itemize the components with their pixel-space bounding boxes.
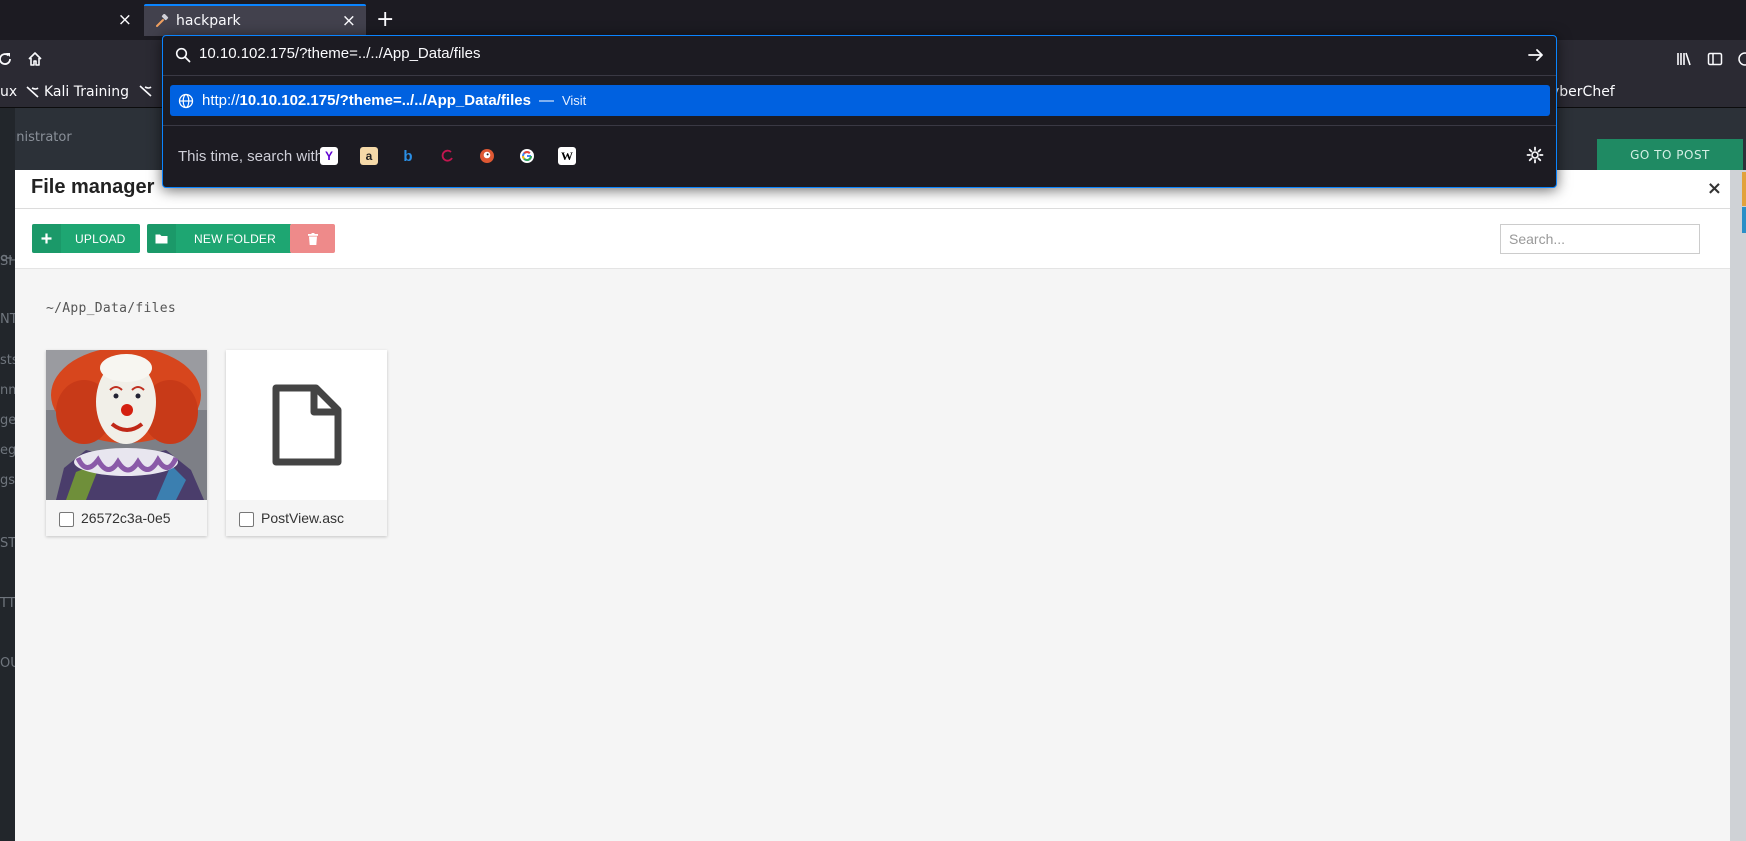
url-input[interactable] [199, 45, 1499, 62]
tab-close-icon[interactable]: × [342, 11, 356, 31]
bookmark-cyberchef[interactable]: yberChef [1551, 84, 1615, 100]
file-item[interactable]: PostView.asc [226, 350, 387, 536]
library-icon[interactable] [1673, 48, 1695, 70]
file-item[interactable]: 26572c3a-0e5 [46, 350, 207, 536]
file-name: 26572c3a-0e5 [81, 510, 171, 526]
suggestion-protocol: http:// [202, 92, 240, 109]
url-suggestion-row[interactable]: http:// 10.10.102.175/?theme=../../App_D… [170, 85, 1550, 116]
sidebar-fragment: OU [0, 656, 15, 671]
gear-icon[interactable] [1526, 146, 1544, 168]
suggestion-url: 10.10.102.175/?theme=../../App_Data/file… [239, 92, 531, 109]
file-thumbnail[interactable] [226, 350, 387, 500]
suggestion-separator: — [538, 92, 554, 109]
close-modal-button[interactable]: × [1707, 178, 1722, 199]
file-manager-title: File manager [31, 176, 155, 198]
bing-icon[interactable]: b [399, 147, 417, 165]
search-input[interactable] [1500, 224, 1700, 254]
sidebar-icon[interactable] [1704, 48, 1726, 70]
image-thumbnail[interactable] [46, 350, 207, 500]
tab-hackpark[interactable]: hackpark × [144, 4, 366, 36]
page-scrollbar[interactable] [1730, 170, 1746, 841]
one-off-search-label: This time, search with: [178, 148, 328, 165]
home-icon[interactable] [24, 48, 46, 70]
debian-icon[interactable] [439, 147, 457, 165]
file-manager-toolbar: UPLOAD NEW FOLDER [15, 209, 1730, 269]
sidebar-fragment[interactable]: eg [0, 443, 15, 458]
sidebar-fragment: ST [0, 536, 15, 551]
sidebar-fragment: SH [0, 254, 15, 269]
sidebar-fragment[interactable]: gs [0, 473, 15, 488]
account-icon[interactable] [1734, 48, 1746, 70]
new-folder-label: NEW FOLDER [194, 231, 277, 246]
url-bar[interactable] [163, 36, 1556, 76]
admin-sidebar: SH NT sts nm ges eg gs ST TT OU [0, 108, 15, 841]
hammer-icon [154, 13, 170, 29]
yahoo-icon[interactable]: Y [320, 147, 338, 165]
tab-previous[interactable]: × [0, 4, 142, 36]
file-item-footer: PostView.asc [226, 500, 387, 536]
upload-label: UPLOAD [75, 231, 126, 246]
bookmark-kali-linux[interactable]: ux [0, 84, 17, 100]
url-dropdown: http:// 10.10.102.175/?theme=../../App_D… [162, 35, 1557, 188]
sidebar-fragment[interactable]: sts [0, 353, 15, 368]
kali-dragon-icon [26, 85, 40, 99]
current-path: ~/App_Data/files [46, 301, 177, 316]
sidebar-fragment: NT [0, 312, 15, 327]
google-icon[interactable] [518, 147, 536, 165]
search-icon [175, 47, 191, 67]
new-folder-button[interactable]: NEW FOLDER [147, 224, 293, 253]
file-item-footer: 26572c3a-0e5 [46, 500, 207, 536]
go-arrow-icon[interactable] [1526, 45, 1546, 69]
bookmark-kali-training[interactable]: Kali Training [26, 84, 129, 100]
file-name: PostView.asc [261, 510, 345, 526]
sidebar-fragment[interactable]: nm [0, 383, 15, 398]
suggestion-action: Visit [561, 93, 587, 108]
file-manager-modal: File manager × UPLOAD NEW FOLDER ~/App_D… [15, 170, 1730, 841]
globe-icon [178, 93, 194, 109]
duckduckgo-icon[interactable] [478, 147, 496, 165]
divider [163, 125, 1556, 126]
amazon-icon[interactable]: a [360, 147, 378, 165]
folder-icon [147, 224, 176, 253]
page-accent-blue [1742, 207, 1746, 233]
bookmark-kali-tools[interactable] [139, 84, 153, 98]
wikipedia-icon[interactable]: W [558, 147, 576, 165]
sidebar-fragment[interactable]: ges [0, 413, 15, 428]
tab-title: hackpark [176, 13, 241, 29]
plus-icon [32, 224, 61, 253]
sidebar-fragment: TT [0, 596, 15, 611]
upload-button[interactable]: UPLOAD [32, 224, 140, 253]
go-to-post-button[interactable]: GO TO POST [1597, 139, 1743, 171]
new-tab-button[interactable]: + [376, 8, 394, 32]
tab-close-icon[interactable]: × [118, 10, 132, 30]
select-checkbox[interactable] [239, 511, 254, 527]
delete-button[interactable] [290, 224, 335, 253]
select-checkbox[interactable] [59, 511, 74, 527]
kali-dragon-icon [139, 84, 153, 98]
document-icon [272, 384, 341, 466]
tab-strip: × hackpark × + [0, 0, 1746, 40]
trash-icon [307, 232, 318, 245]
page-accent-orange [1742, 172, 1746, 206]
reload-icon[interactable] [0, 48, 16, 70]
